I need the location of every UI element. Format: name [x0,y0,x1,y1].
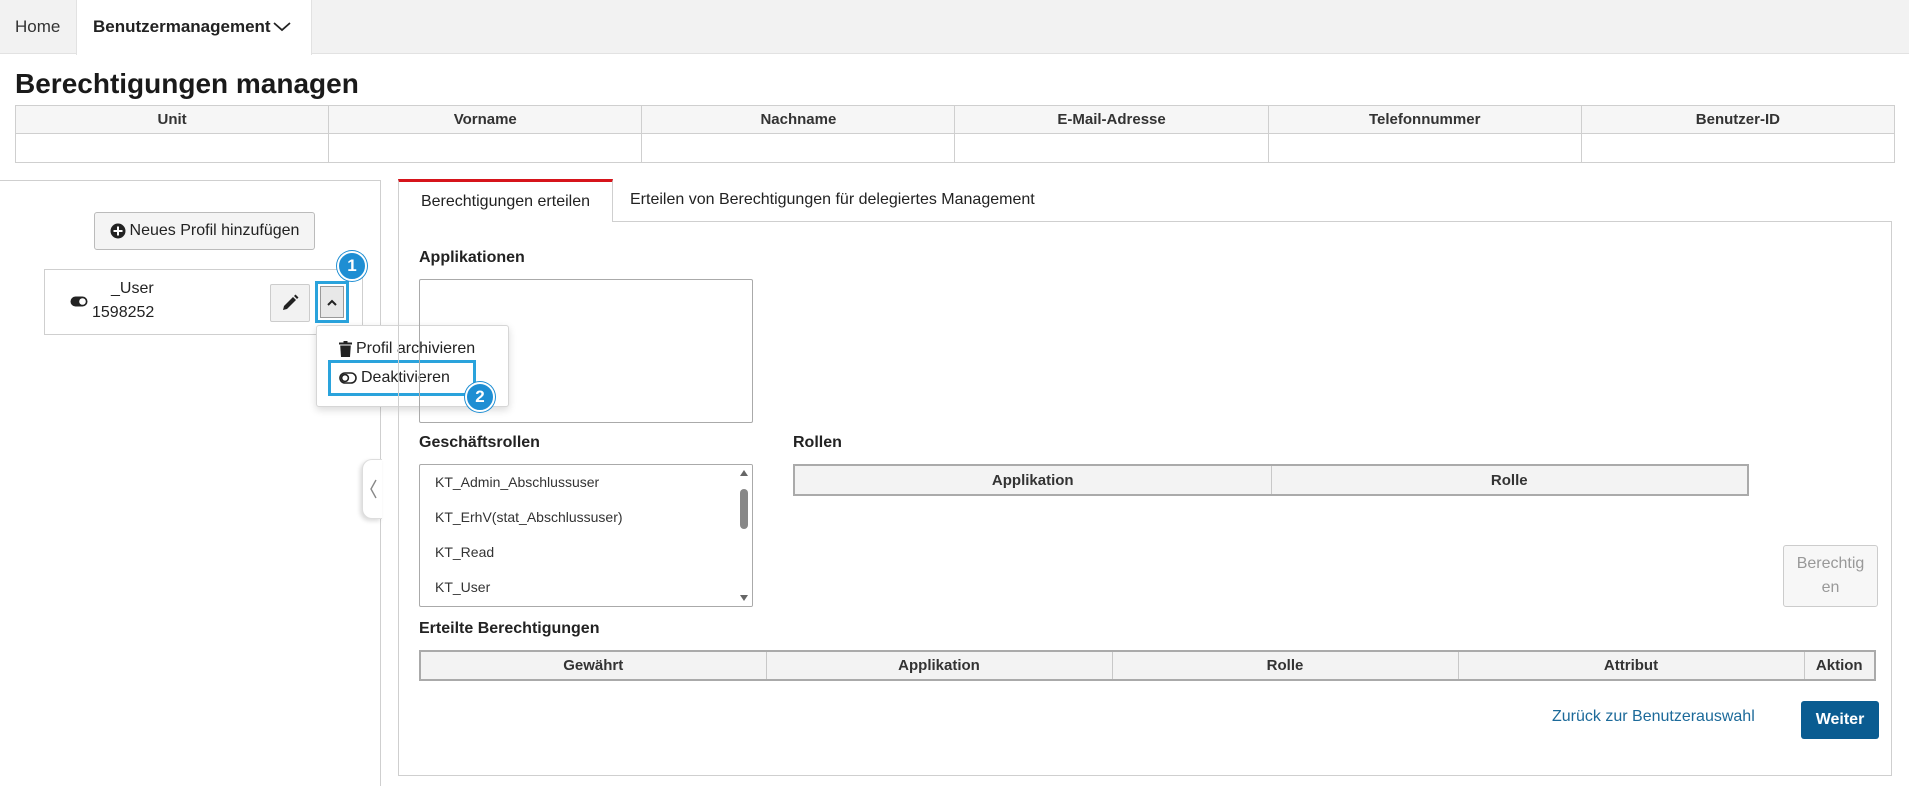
roles-label: Rollen [793,434,842,451]
column-header-role: Rolle [1270,464,1749,496]
cell-firstname [328,133,643,163]
list-item[interactable]: KT_Admin_Abschlussuser [435,474,599,490]
column-header-application: Applikation [793,464,1272,496]
scroll-up-arrow[interactable] [740,470,748,476]
column-header-phone: Telefonnummer [1267,105,1582,134]
add-profile-button[interactable]: Neues Profil hinzufügen [94,212,315,250]
nav-user-management-label: Benutzermanagement [93,17,271,36]
business-roles-label: Geschäftsrollen [419,434,540,451]
plus-circle-icon [110,223,126,239]
user-info-table: Unit Vorname Nachname E-Mail-Adresse Tel… [14,105,1896,163]
back-to-user-selection-link[interactable]: Zurück zur Benutzerauswahl [1552,708,1755,726]
business-roles-list[interactable]: KT_Admin_Abschlussuser KT_ErhV(stat_Absc… [419,464,753,607]
profile-menu-toggle-button[interactable] [315,281,349,323]
column-header-lastname: Nachname [641,105,956,134]
granted-permissions-label: Erteilte Berechtigungen [419,620,600,637]
profile-card[interactable]: _User 1598252 [44,269,363,335]
column-header-role: Rolle [1111,650,1459,681]
profile-name: _User [111,280,154,297]
granted-permissions-table: Gewährt Applikation Rolle Attribut Aktio… [419,650,1876,681]
nav-home-link[interactable]: Home [0,0,75,54]
toggle-on-icon [70,296,88,307]
profile-menu-toggle-inner [320,286,344,318]
scroll-thumb[interactable] [740,489,748,529]
next-button[interactable]: Weiter [1801,701,1879,739]
cell-unit [14,133,330,163]
edit-profile-button[interactable] [270,284,310,322]
step-badge-1: 1 [337,251,367,281]
pencil-icon [283,294,299,310]
profile-id: 1598252 [92,304,155,321]
business-roles-scrollbar[interactable] [736,465,752,606]
column-header-attribute: Attribut [1457,650,1805,681]
list-item[interactable]: KT_User [435,579,490,595]
chevron-up-icon [327,299,337,306]
scroll-down-arrow[interactable] [740,595,748,601]
column-header-email: E-Mail-Adresse [954,105,1269,134]
chevron-left-icon [369,479,377,499]
authorize-button[interactable]: Berechtigen [1783,545,1878,607]
profile-sidebar: Neues Profil hinzufügen _User 1598252 [0,180,381,786]
column-header-action: Aktion [1803,650,1876,681]
top-navigation: Home Benutzermanagement [0,0,1909,55]
list-item[interactable]: KT_Read [435,544,494,560]
collapse-sidebar-handle[interactable] [362,459,382,519]
chevron-down-icon [273,22,291,32]
cell-user-id [1580,133,1896,163]
applications-list[interactable] [419,279,753,423]
column-header-unit: Unit [14,105,330,134]
cell-lastname [641,133,956,163]
column-header-firstname: Vorname [328,105,643,134]
column-header-granted: Gewährt [419,650,767,681]
trash-icon [339,341,352,357]
applications-label: Applikationen [419,249,525,266]
column-header-application: Applikation [765,650,1113,681]
tab-grant-permissions[interactable]: Berechtigungen erteilen [398,179,613,222]
page-title: Berechtigungen managen [15,68,359,99]
tab-delegated-management[interactable]: Erteilen von Berechtigungen für delegier… [630,179,1035,221]
add-profile-label: Neues Profil hinzufügen [129,222,300,239]
cell-phone [1267,133,1582,163]
list-item[interactable]: KT_ErhV(stat_Abschlussuser) [435,509,623,525]
toggle-off-icon [339,372,357,384]
table-row [14,133,1896,163]
cell-email [954,133,1269,163]
nav-user-management-menu[interactable]: Benutzermanagement [76,0,312,55]
roles-table: Applikation Rolle [793,464,1749,496]
column-header-user-id: Benutzer-ID [1580,105,1896,134]
